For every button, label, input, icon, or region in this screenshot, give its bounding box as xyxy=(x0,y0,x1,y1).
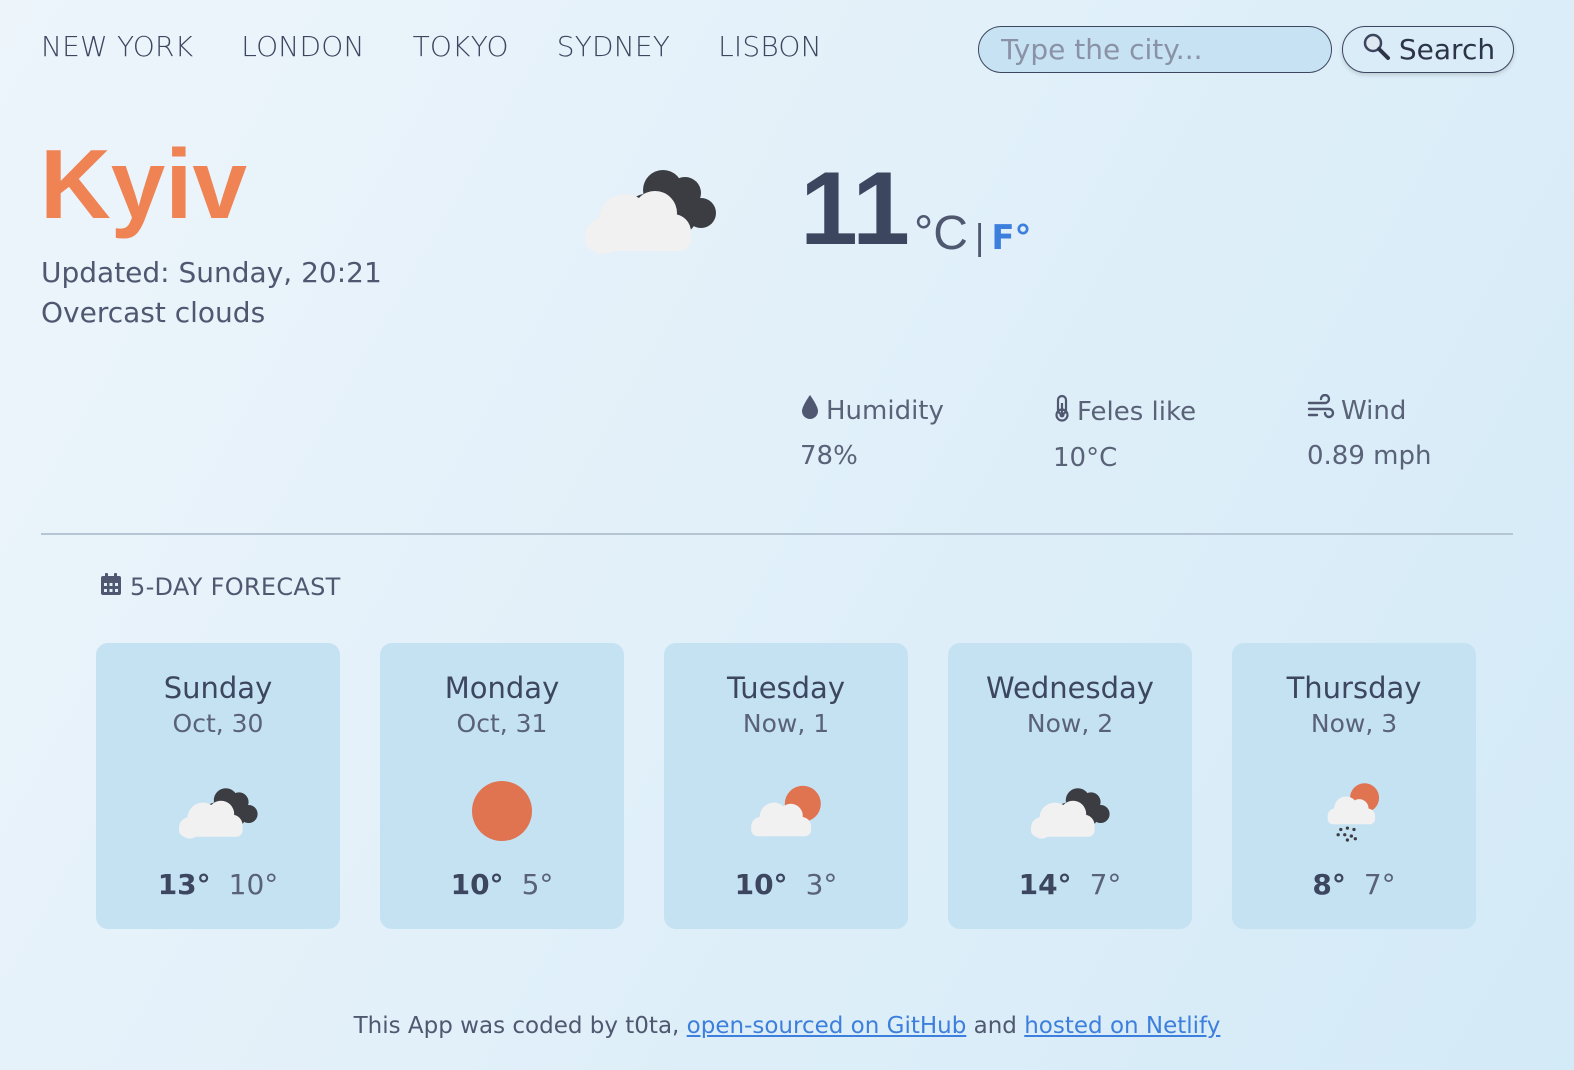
netlify-link[interactable]: hosted on Netlify xyxy=(1024,1013,1220,1039)
footer-prefix: This App was coded by t0ta, xyxy=(353,1013,687,1039)
forecast-cards: Sunday Oct, 30 13° 10° Monday Oct, 31 10… xyxy=(96,643,1476,929)
city-nav: NEW YORK LONDON TOKYO SYDNEY LISBON xyxy=(41,30,822,63)
wind-icon xyxy=(1307,393,1335,427)
nav-city-tokyo[interactable]: TOKYO xyxy=(413,30,509,63)
forecast-card-wednesday: Wednesday Now, 2 14° 7° xyxy=(948,643,1192,929)
overcast-clouds-icon xyxy=(96,768,340,854)
overcast-clouds-icon xyxy=(575,158,725,262)
calendar-icon xyxy=(100,572,122,602)
magnifier-icon xyxy=(1361,31,1391,68)
forecast-card-tuesday: Tuesday Now, 1 10° 3° xyxy=(664,643,908,929)
forecast-low: 7° xyxy=(1363,868,1396,901)
forecast-low: 7° xyxy=(1089,868,1122,901)
droplet-icon xyxy=(800,394,820,427)
city-search-input[interactable] xyxy=(978,26,1332,73)
search-button-label: Search xyxy=(1398,33,1496,66)
forecast-date: Now, 1 xyxy=(742,709,830,738)
forecast-card-sunday: Sunday Oct, 30 13° 10° xyxy=(96,643,340,929)
section-divider xyxy=(41,533,1513,535)
wind-label: Wind xyxy=(1341,395,1407,426)
partly-cloudy-icon xyxy=(664,768,908,854)
wind-stat: Wind 0.89 mph xyxy=(1307,393,1432,471)
forecast-high: 13° xyxy=(157,868,211,901)
unit-switch: °C | F° xyxy=(914,206,1032,261)
city-name: Kyiv xyxy=(40,129,248,239)
nav-city-london[interactable]: LONDON xyxy=(241,30,364,63)
forecast-date: Oct, 30 xyxy=(172,709,264,738)
forecast-date: Oct, 31 xyxy=(456,709,548,738)
nav-city-new-york[interactable]: NEW YORK xyxy=(41,30,193,63)
forecast-date: Now, 3 xyxy=(1310,709,1398,738)
overcast-clouds-icon xyxy=(948,768,1192,854)
forecast-day: Wednesday xyxy=(986,671,1154,705)
footer: This App was coded by t0ta, open-sourced… xyxy=(0,1013,1574,1039)
nav-city-sydney[interactable]: SYDNEY xyxy=(557,30,670,63)
forecast-card-monday: Monday Oct, 31 10° 5° xyxy=(380,643,624,929)
rain-sun-icon xyxy=(1232,768,1476,854)
humidity-value: 78% xyxy=(800,441,858,471)
forecast-low: 3° xyxy=(805,868,838,901)
forecast-low: 5° xyxy=(521,868,554,901)
forecast-title: 5-DAY FORECAST xyxy=(100,572,341,602)
current-temperature: 11 xyxy=(800,151,910,267)
forecast-date: Now, 2 xyxy=(1026,709,1114,738)
forecast-high: 10° xyxy=(450,868,504,901)
sun-icon xyxy=(380,768,624,854)
forecast-day: Thursday xyxy=(1286,671,1422,705)
updated-time: Updated: Sunday, 20:21 xyxy=(41,256,382,289)
forecast-title-label: 5-DAY FORECAST xyxy=(130,573,341,601)
forecast-high: 8° xyxy=(1312,868,1346,901)
feels-like-stat: Feles like 10°C xyxy=(1053,394,1196,473)
humidity-stat: Humidity 78% xyxy=(800,394,944,471)
unit-separator: | xyxy=(973,218,986,258)
footer-middle: and xyxy=(966,1013,1025,1039)
forecast-low: 10° xyxy=(228,868,279,901)
nav-city-lisbon[interactable]: LISBON xyxy=(718,30,822,63)
humidity-label: Humidity xyxy=(826,395,944,426)
forecast-card-thursday: Thursday Now, 3 8° 7° xyxy=(1232,643,1476,929)
forecast-day: Sunday xyxy=(163,671,273,705)
fahrenheit-link[interactable]: F° xyxy=(991,218,1031,258)
celsius-unit[interactable]: °C xyxy=(914,206,968,261)
feels-like-value: 10°C xyxy=(1053,443,1118,473)
forecast-high: 10° xyxy=(734,868,788,901)
forecast-day: Tuesday xyxy=(727,671,845,705)
forecast-day: Monday xyxy=(444,671,560,705)
feels-like-label: Feles like xyxy=(1077,396,1197,427)
search-button[interactable]: Search xyxy=(1342,26,1514,73)
forecast-high: 14° xyxy=(1018,868,1072,901)
search-form: Search xyxy=(978,26,1514,73)
weather-description: Overcast clouds xyxy=(41,296,266,329)
github-link[interactable]: open-sourced on GitHub xyxy=(687,1013,967,1039)
wind-value: 0.89 mph xyxy=(1307,441,1432,471)
thermometer-icon xyxy=(1053,394,1071,429)
